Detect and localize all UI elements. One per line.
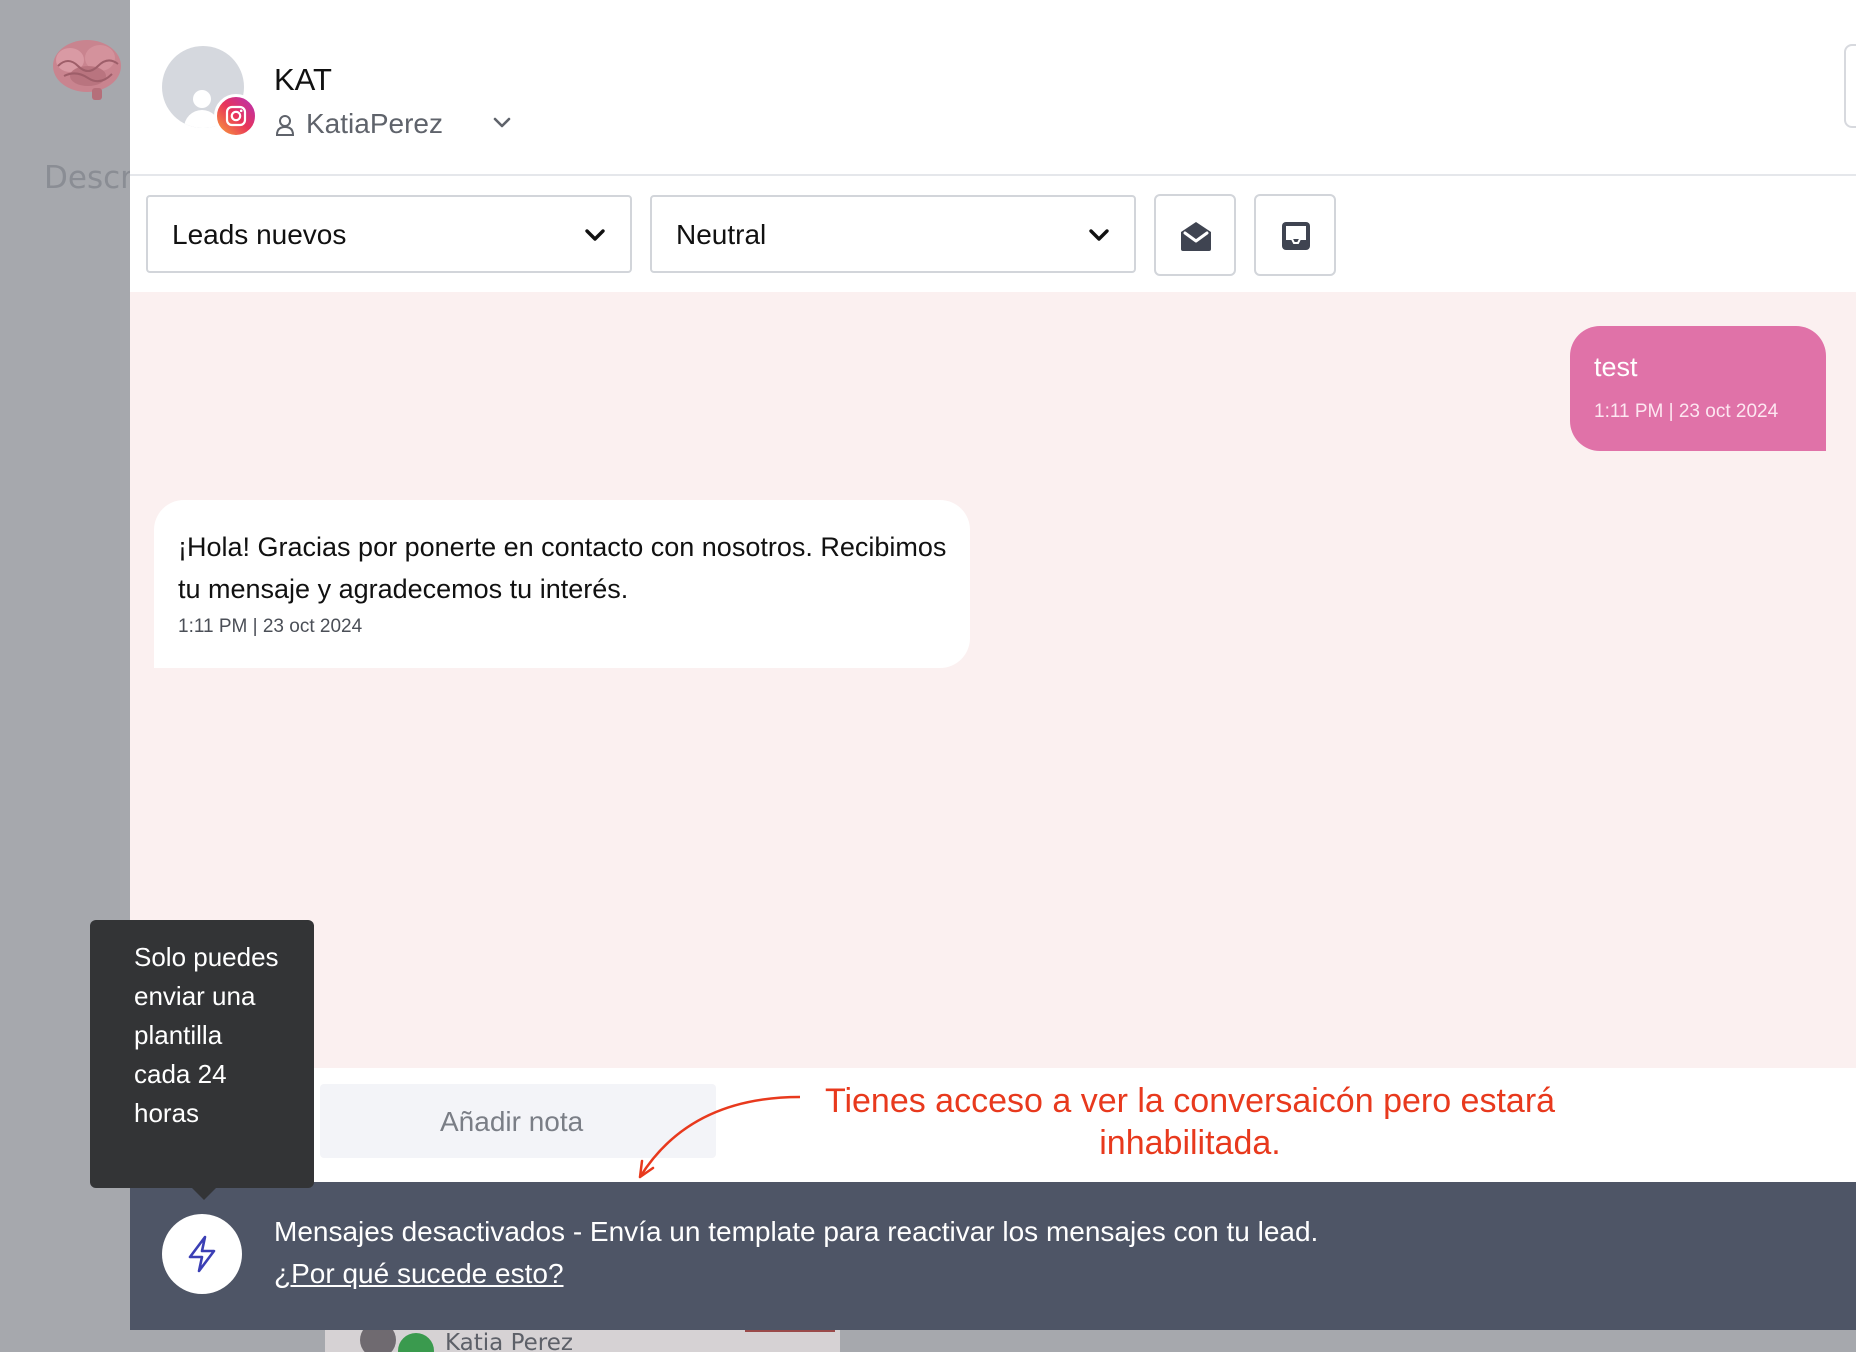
chevron-down-icon[interactable] bbox=[492, 116, 512, 130]
background-card-name: Katia Perez bbox=[445, 1330, 573, 1352]
mark-read-button[interactable] bbox=[1154, 194, 1236, 276]
tooltip-text: Solo puedes enviar una plantilla cada 24… bbox=[134, 942, 279, 1128]
lightning-icon bbox=[188, 1235, 216, 1273]
header-action-button[interactable] bbox=[1844, 44, 1856, 128]
message-timestamp: 1:11 PM | 23 oct 2024 bbox=[178, 616, 363, 637]
chevron-down-icon bbox=[585, 229, 605, 241]
pipeline-select[interactable]: Leads nuevos bbox=[146, 195, 632, 273]
sentiment-select[interactable]: Neutral bbox=[650, 195, 1136, 273]
user-icon bbox=[275, 115, 295, 136]
conversation-toolbar: Leads nuevos Neutral bbox=[130, 178, 1856, 292]
background-section-label: Descr bbox=[44, 160, 133, 196]
message-text: ¡Hola! Gracias por ponerte en contacto c… bbox=[178, 532, 947, 604]
conversation-header: KAT KatiaPerez bbox=[130, 0, 1856, 176]
chevron-down-icon bbox=[1089, 229, 1109, 241]
tooltip-tail bbox=[190, 1186, 218, 1200]
contact-handle: KatiaPerez bbox=[306, 108, 443, 139]
sentiment-select-value: Neutral bbox=[676, 219, 767, 250]
annotation-text: Tienes acceso a ver la conversaicón pero… bbox=[824, 1082, 1556, 1162]
pipeline-select-value: Leads nuevos bbox=[172, 219, 347, 250]
template-limit-tooltip: Solo puedes enviar una plantilla cada 24… bbox=[90, 920, 314, 1188]
envelope-open-icon bbox=[1181, 222, 1211, 251]
brain-logo-icon bbox=[53, 40, 121, 100]
incoming-message-bubble: ¡Hola! Gracias por ponerte en contacto c… bbox=[154, 500, 970, 668]
send-template-button[interactable] bbox=[162, 1214, 242, 1294]
archive-button[interactable] bbox=[1254, 194, 1336, 276]
outgoing-message-bubble: test 1:11 PM | 23 oct 2024 bbox=[1570, 326, 1826, 451]
message-text: test bbox=[1594, 352, 1638, 382]
why-link[interactable]: ¿Por qué sucede esto? bbox=[274, 1258, 564, 1290]
messages-disabled-banner: Mensajes desactivados - Envía un templat… bbox=[130, 1182, 1856, 1330]
message-timestamp: 1:11 PM | 23 oct 2024 bbox=[1594, 401, 1779, 422]
chat-thread: test 1:11 PM | 23 oct 2024 ¡Hola! Gracia… bbox=[130, 292, 1856, 1068]
inbox-icon bbox=[1282, 222, 1310, 250]
annotation-arrow-icon bbox=[638, 1095, 801, 1179]
contact-name: KAT bbox=[274, 62, 332, 97]
messages-disabled-text: Mensajes desactivados - Envía un templat… bbox=[274, 1216, 1319, 1247]
instagram-icon bbox=[214, 94, 258, 138]
add-note-placeholder: Añadir nota bbox=[440, 1106, 584, 1137]
